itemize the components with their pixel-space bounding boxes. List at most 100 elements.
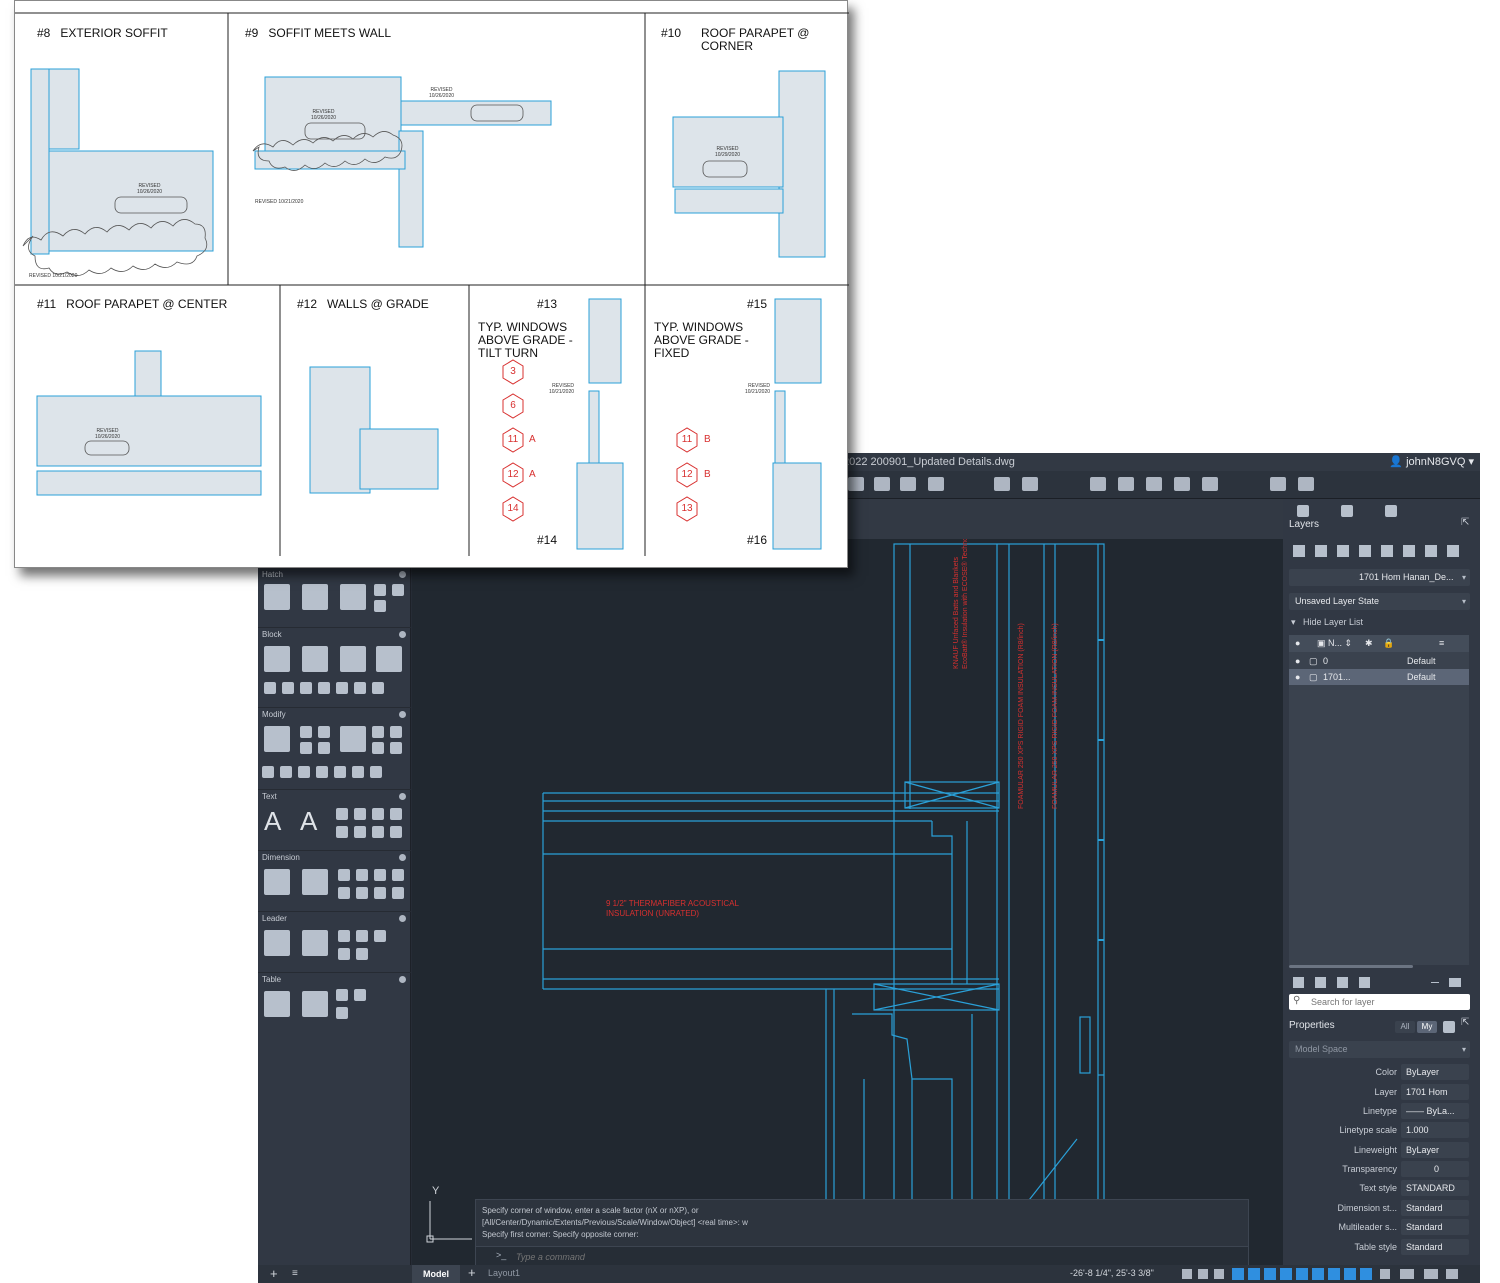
layer-row[interactable]: ● ▢ 0 Default	[1289, 653, 1469, 669]
gear-icon[interactable]	[399, 915, 406, 922]
manage-attributes-icon[interactable]	[354, 682, 366, 694]
justify-text-icon[interactable]	[390, 826, 402, 838]
continue-dimension-icon[interactable]	[374, 869, 386, 881]
layer-tools-strip[interactable]	[1283, 543, 1480, 561]
gear-icon[interactable]	[399, 711, 406, 718]
boundary-icon[interactable]	[340, 584, 366, 610]
freeze-icon[interactable]: ✱	[1365, 635, 1373, 652]
aligned-dimension-icon[interactable]	[302, 869, 328, 895]
spell-check-icon[interactable]	[354, 808, 366, 820]
table-header[interactable]: Table	[262, 975, 281, 984]
current-layer-dropdown[interactable]: 1701 Hom Hanan_De...	[1289, 569, 1470, 586]
new-layout-icon[interactable]: +	[468, 1265, 476, 1280]
dimension-header[interactable]: Dimension	[262, 853, 300, 862]
align-leader-icon[interactable]	[356, 930, 368, 942]
publish-icon[interactable]	[1202, 477, 1218, 491]
lock-icon[interactable]: 🔒	[1383, 635, 1394, 652]
table-style-icon[interactable]	[336, 989, 348, 1001]
visibility-icon[interactable]: ●	[1295, 669, 1300, 685]
mirror-icon[interactable]	[300, 742, 312, 754]
color-swatch[interactable]: ▢	[1309, 669, 1318, 685]
blocks-tab-icon[interactable]	[1341, 505, 1353, 517]
break-icon[interactable]	[280, 766, 292, 778]
scale-text-icon[interactable]	[354, 826, 366, 838]
extend-icon[interactable]	[316, 766, 328, 778]
open-file-icon[interactable]	[848, 477, 864, 491]
linear-dimension-icon[interactable]	[264, 869, 290, 895]
move-icon[interactable]	[264, 726, 290, 752]
sheet-set-icon[interactable]	[928, 477, 944, 491]
region-icon[interactable]	[374, 584, 386, 596]
layer-state-dropdown[interactable]: Unsaved Layer State	[1289, 593, 1470, 610]
status-toggle-icons[interactable]	[1180, 1265, 1470, 1283]
insert-block-icon[interactable]	[302, 646, 328, 672]
attribute-icon[interactable]	[264, 682, 276, 694]
properties-tab-icon[interactable]	[1385, 505, 1397, 517]
attach-icon[interactable]	[1146, 477, 1162, 491]
add-leader-icon[interactable]	[338, 930, 350, 942]
inspection-icon[interactable]	[374, 887, 386, 899]
multileader-icon[interactable]	[302, 930, 328, 956]
layers-icon[interactable]	[1174, 477, 1190, 491]
leader-header[interactable]: Leader	[262, 914, 287, 923]
hatch-header[interactable]: Hatch	[262, 570, 283, 579]
gear-icon[interactable]	[399, 571, 406, 578]
block-attribute-icon[interactable]	[300, 682, 312, 694]
define-attributes-icon[interactable]	[376, 646, 402, 672]
menu-icon[interactable]: ≡	[1439, 635, 1444, 652]
visibility-icon[interactable]: ●	[1295, 635, 1300, 652]
create-block-icon[interactable]	[264, 646, 290, 672]
sync-icon[interactable]	[336, 682, 348, 694]
radius-dimension-icon[interactable]	[356, 869, 368, 881]
drawing-canvas[interactable]: 9 1/2" THERMAFIBER ACOUSTICAL INSULATION…	[412, 539, 1283, 1265]
wipeout-icon[interactable]	[392, 584, 404, 596]
layers-tab-icon[interactable]	[1297, 505, 1309, 517]
single-line-text-icon[interactable]: A	[300, 808, 326, 834]
revcloud-icon[interactable]	[374, 600, 386, 612]
erase-icon[interactable]	[370, 766, 382, 778]
remove-leader-icon[interactable]	[338, 948, 350, 960]
oblique-icon[interactable]	[392, 887, 404, 899]
visibility-icon[interactable]: ●	[1295, 653, 1300, 669]
modify-header[interactable]: Modify	[262, 710, 286, 719]
filter-my-button[interactable]: My	[1417, 1021, 1437, 1033]
layout-list-icon[interactable]: ≡	[292, 1268, 298, 1279]
text-align-icon[interactable]	[390, 808, 402, 820]
folder-icon[interactable]	[874, 477, 890, 491]
table-export-icon[interactable]	[336, 1007, 348, 1019]
find-text-icon[interactable]	[372, 808, 384, 820]
join-icon[interactable]	[334, 766, 346, 778]
user-account-button[interactable]: 👤 johnN8GVQ ▾	[1389, 455, 1474, 468]
filter-all-button[interactable]: All	[1395, 1021, 1415, 1033]
layer-row[interactable]: ● ▢ 1701... Default	[1289, 669, 1469, 685]
lengthen-icon[interactable]	[352, 766, 364, 778]
share-icon[interactable]	[1270, 477, 1286, 491]
text-edit-icon[interactable]	[336, 826, 348, 838]
explode-icon[interactable]	[390, 742, 402, 754]
layout-tab[interactable]: Layout1	[488, 1268, 520, 1278]
scale-icon[interactable]	[318, 742, 330, 754]
edit-block-icon[interactable]	[340, 646, 366, 672]
model-space-dropdown[interactable]: Model Space	[1289, 1041, 1470, 1058]
command-chevron-icon[interactable]: >_	[496, 1250, 506, 1260]
quick-select-icon[interactable]	[1443, 1021, 1455, 1033]
stretch-icon[interactable]	[262, 766, 274, 778]
collect-leader-icon[interactable]	[374, 930, 386, 942]
xref-icon[interactable]	[1118, 477, 1134, 491]
array-icon[interactable]	[390, 726, 402, 738]
hide-layer-list-toggle[interactable]: ▾ Hide Layer List	[1291, 617, 1363, 628]
extract-icon[interactable]	[372, 682, 384, 694]
fillet-icon[interactable]	[372, 726, 384, 738]
leader-style-icon[interactable]	[356, 948, 368, 960]
data-extraction-icon[interactable]	[302, 991, 328, 1017]
search-input[interactable]	[1311, 996, 1461, 1008]
block-header[interactable]: Block	[262, 630, 282, 639]
zoom-window-icon[interactable]	[994, 477, 1010, 491]
chamfer-icon[interactable]	[298, 766, 310, 778]
ordinate-dimension-icon[interactable]	[338, 887, 350, 899]
command-input[interactable]	[516, 1250, 1116, 1263]
baseline-dimension-icon[interactable]	[338, 869, 350, 881]
gear-icon[interactable]	[399, 976, 406, 983]
text-style-icon[interactable]	[336, 808, 348, 820]
gradient-icon[interactable]	[302, 584, 328, 610]
